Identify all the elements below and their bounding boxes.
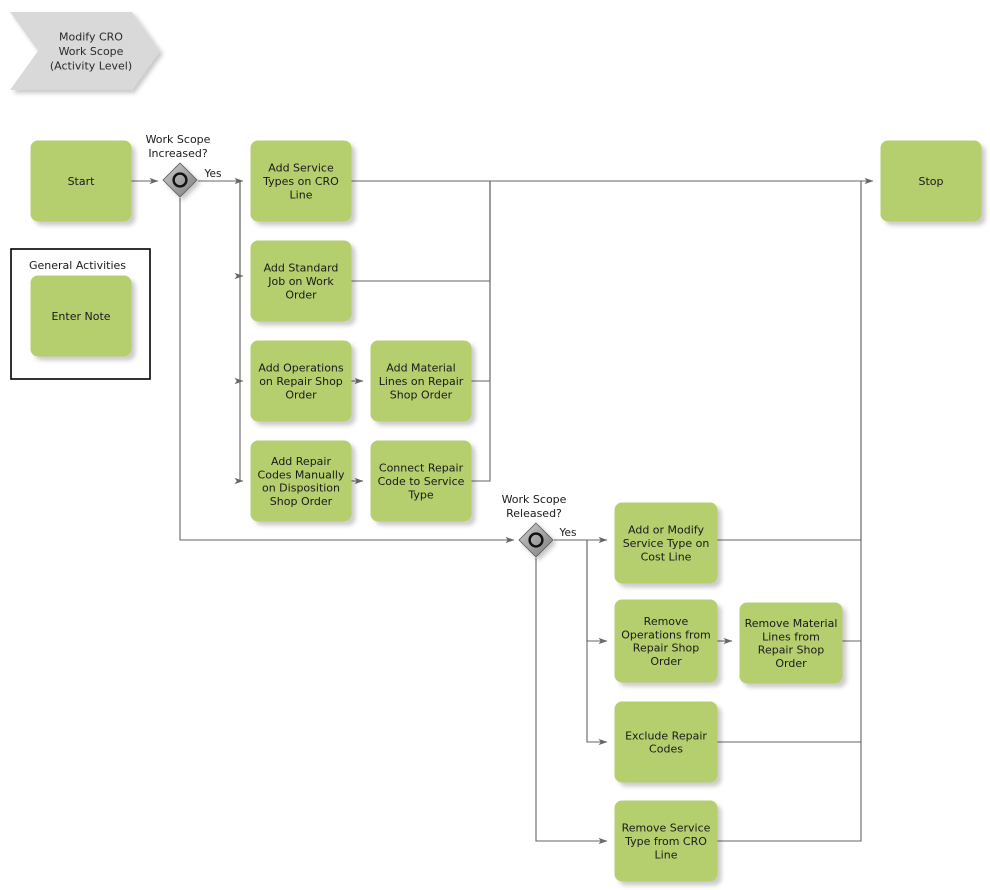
activity-remove-operations-from-repair-shop-order[interactable]: Remove Operations from Repair Shop Order <box>614 599 718 683</box>
connector-gateway2-branch-to-remove-operations <box>586 540 608 645</box>
activity-label: Add Material Lines on Repair Shop Order <box>379 362 464 402</box>
activity-remove-service-type-from-cro-line[interactable]: Remove Service Type from CRO Line <box>614 800 718 882</box>
connector-add-standard-job-merge <box>351 181 491 282</box>
gateway-diamond-icon[interactable] <box>162 162 198 198</box>
activity-label: Stop <box>918 175 943 188</box>
activity-enter-note[interactable]: Enter Note <box>30 275 132 357</box>
activity-add-material-lines-on-repair-shop-order[interactable]: Add Material Lines on Repair Shop Order <box>370 340 472 422</box>
flowchart-canvas: Modify CRO Work Scope (Activity Level) Gen… <box>0 0 990 890</box>
gateway-work-scope-increased[interactable]: Work Scope Increased? Yes <box>146 133 222 198</box>
general-activities-title: General Activities <box>29 259 126 272</box>
connector-gateway1-branch-to-add-repair-codes <box>234 181 244 485</box>
connector-connect-repair-code-merge <box>471 181 491 482</box>
connectors-group <box>131 177 874 845</box>
activity-start[interactable]: Start <box>30 140 132 222</box>
process-banner: Modify CRO Work Scope (Activity Level) <box>10 12 160 90</box>
gateway-label: Work Scope Released? <box>502 493 567 520</box>
activity-exclude-repair-codes[interactable]: Exclude Repair Codes <box>614 701 718 783</box>
gateway-branch-label: Yes <box>204 168 222 180</box>
activity-add-standard-job-on-work-order[interactable]: Add Standard Job on Work Order <box>250 240 352 322</box>
gateway-branch-label: Yes <box>559 527 577 539</box>
activity-add-repair-codes-manually-on-disposition-shop-order[interactable]: Add Repair Codes Manually on Disposition Sh… <box>250 440 352 522</box>
activity-stop[interactable]: Stop <box>880 140 982 222</box>
gateways-group: Work Scope Increased?YesWork Scope Release… <box>146 133 577 558</box>
connector-gateway2-no-to-remove-service-type <box>535 558 608 845</box>
gateway-work-scope-released[interactable]: Work Scope Released? Yes <box>502 493 577 558</box>
activity-remove-material-lines-from-repair-shop-order[interactable]: Remove Material Lines from Repair Shop Orde… <box>739 602 843 684</box>
gateway-label: Work Scope Increased? <box>146 133 211 160</box>
activity-add-or-modify-service-type-on-cost-line[interactable]: Add or Modify Service Type on Cost Line <box>614 502 718 584</box>
activity-label: Enter Note <box>51 310 110 323</box>
activity-add-service-types-on-cro-line[interactable]: Add Service Types on CRO Line <box>250 140 352 222</box>
flowchart-svg: Modify CRO Work Scope (Activity Level) Gen… <box>10 12 982 882</box>
connector-add-or-modify-merge <box>717 181 862 541</box>
activity-connect-repair-code-to-service-type[interactable]: Connect Repair Code to Service Type <box>370 440 472 522</box>
activity-label: Start <box>68 175 96 188</box>
process-banner-label: Modify CRO Work Scope (Activity Level) <box>50 31 132 73</box>
activity-add-operations-on-repair-shop-order[interactable]: Add Operations on Repair Shop Order <box>250 340 352 422</box>
gateway-diamond-icon[interactable] <box>518 522 554 558</box>
